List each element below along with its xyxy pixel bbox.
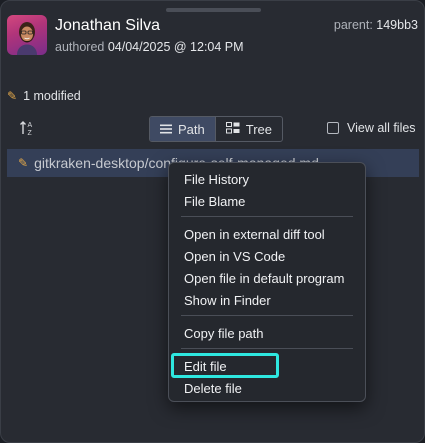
menu-item-show-in-finder[interactable]: Show in Finder — [184, 293, 271, 308]
tree-view-label: Tree — [245, 121, 272, 137]
author-avatar — [7, 15, 47, 55]
tree-icon — [225, 121, 240, 137]
menu-item-open-external-diff[interactable]: Open in external diff tool — [184, 227, 325, 242]
parent-sha-link[interactable]: 149bb3 — [376, 18, 418, 32]
view-all-files-label: View all files — [347, 121, 416, 135]
authored-line: authored 04/04/2025 @ 12:04 PM — [55, 40, 244, 54]
authored-date: 04/04/2025 @ 12:04 PM — [107, 40, 244, 54]
menu-item-copy-file-path[interactable]: Copy file path — [184, 326, 264, 341]
modified-file-icon: ✎ — [18, 156, 29, 170]
path-view-button[interactable]: Path — [150, 117, 215, 141]
parent-label: parent: — [333, 18, 373, 32]
author-name: Jonathan Silva — [55, 17, 160, 34]
view-mode-toggle: Path Tree — [149, 116, 283, 142]
path-view-label: Path — [178, 121, 205, 137]
menu-separator — [181, 216, 353, 217]
menu-separator — [181, 348, 353, 349]
view-all-files-checkbox[interactable] — [327, 122, 339, 134]
menu-item-delete-file[interactable]: Delete file — [184, 381, 242, 396]
menu-item-open-default-program[interactable]: Open file in default program — [184, 271, 344, 286]
menu-separator — [181, 315, 353, 316]
menu-item-file-blame[interactable]: File Blame — [184, 194, 245, 209]
svg-text:Z: Z — [28, 130, 33, 137]
pencil-icon: ✎ — [7, 89, 18, 103]
view-all-files-toggle[interactable]: View all files — [327, 121, 416, 135]
modified-count: 1 modified — [23, 89, 81, 103]
panel-drag-handle[interactable] — [166, 8, 261, 12]
menu-item-file-history[interactable]: File History — [184, 172, 249, 187]
list-icon — [160, 122, 172, 137]
authored-label: authored — [55, 40, 105, 54]
modified-summary: ✎ 1 modified — [7, 89, 81, 103]
tree-view-button[interactable]: Tree — [214, 117, 282, 141]
parent-commit: parent: 149bb3 — [334, 18, 418, 32]
sort-az-icon[interactable]: A Z — [19, 119, 37, 137]
svg-text:A: A — [28, 122, 33, 129]
edit-file-highlight-box — [171, 353, 279, 378]
menu-item-open-vscode[interactable]: Open in VS Code — [184, 249, 285, 264]
commit-details-panel: Jonathan Silva authored 04/04/2025 @ 12:… — [0, 0, 425, 443]
